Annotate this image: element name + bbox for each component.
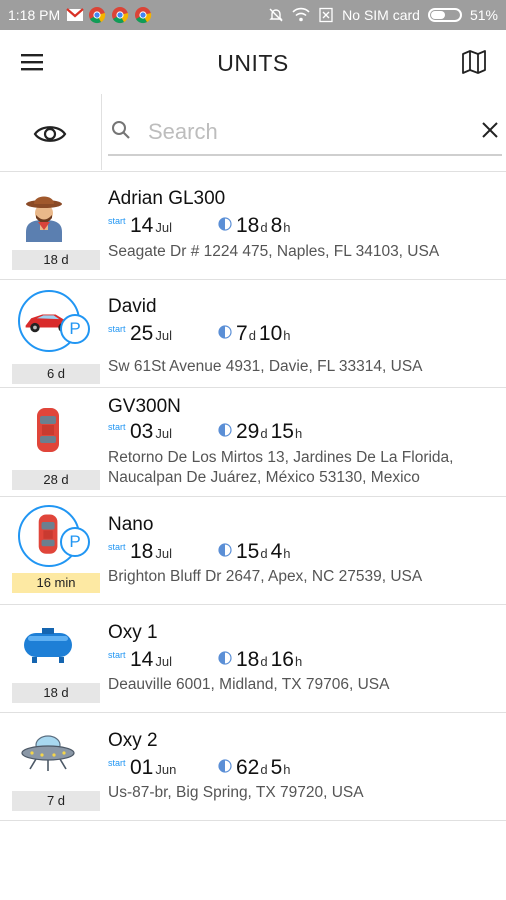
unit-name: Oxy 1	[108, 622, 158, 643]
chrome-icon	[89, 7, 106, 24]
bell-off-icon	[269, 8, 283, 22]
parked-badge: P	[60, 527, 90, 557]
search-icon	[112, 121, 130, 139]
age-badge: 6 d	[12, 364, 100, 384]
unit-address: Sw 61St Avenue 4931, Davie, FL 33314, US…	[108, 358, 423, 375]
clock-icon	[218, 651, 232, 665]
age-badge: 16 min	[12, 573, 100, 593]
divider	[101, 94, 102, 170]
gmail-icon	[66, 8, 84, 21]
unit-timing: start 03 Jul 29d 15h	[108, 420, 498, 446]
duration: 62d 5h	[218, 756, 294, 780]
unit-timing: start 01 Jun 62d 5h	[108, 756, 498, 782]
clock-icon	[218, 423, 232, 437]
unit-address: Seagate Dr # 1224 475, Naples, FL 34103,…	[108, 243, 440, 260]
parked-badge: P	[60, 314, 90, 344]
battery-percent: 51%	[469, 7, 498, 23]
app-bar: UNITS	[0, 30, 506, 94]
unit-timing: start 18 Jul 15d 4h	[108, 540, 498, 566]
list-item[interactable]: P 6 d David start 25 Jul 7d 10h Sw 61St Av…	[0, 280, 506, 388]
carrier-label: No SIM card	[342, 7, 420, 23]
chrome-icon	[112, 7, 129, 24]
unit-name: David	[108, 296, 157, 317]
start-label: start	[108, 324, 126, 334]
clock-icon	[218, 759, 232, 773]
duration: 18d 8h	[218, 214, 294, 238]
start-label: start	[108, 216, 126, 226]
battery-icon	[427, 8, 462, 22]
list-item[interactable]: 28 d GV300N start 03 Jul 29d 15h Retorno D…	[0, 388, 506, 497]
clock-icon	[218, 325, 232, 339]
list-item[interactable]: 18 d Adrian GL300 start 14 Jul 18d 8h Seag…	[0, 172, 506, 280]
search-row	[0, 94, 506, 172]
clock-icon	[218, 543, 232, 557]
search-bar	[108, 112, 502, 156]
list-item[interactable]: P 16 min Nano start 18 Jul 15d 4h Brighton…	[0, 497, 506, 605]
page-title: UNITS	[217, 50, 289, 76]
unit-timing: start 25 Jul 7d 10h	[108, 322, 498, 348]
wifi-icon	[292, 7, 310, 22]
close-icon[interactable]	[480, 120, 500, 140]
map-icon[interactable]	[460, 48, 488, 76]
start-date: 18 Jul	[130, 540, 172, 563]
unit-name: Oxy 2	[108, 730, 158, 751]
clock-icon	[218, 217, 232, 231]
duration: 7d 10h	[218, 322, 294, 346]
ufo-icon	[21, 735, 75, 771]
list-item[interactable]: 18 d Oxy 1 start 14 Jul 18d 16h Deauville …	[0, 605, 506, 713]
blue-tank-icon	[24, 628, 72, 663]
no-sim-icon	[319, 7, 333, 23]
unit-address: Retorno De Los Mirtos 13, Jardines De La…	[108, 449, 454, 486]
start-date: 14 Jul	[130, 648, 172, 671]
age-badge: 18 d	[12, 683, 100, 703]
start-date: 25 Jul	[130, 322, 172, 345]
duration: 18d 16h	[218, 648, 305, 672]
units-list: 18 d Adrian GL300 start 14 Jul 18d 8h Seag…	[0, 172, 506, 821]
unit-name: GV300N	[108, 396, 181, 417]
unit-timing: start 14 Jul 18d 8h	[108, 214, 498, 240]
status-time: 1:18 PM	[8, 7, 61, 23]
cowboy-avatar-icon	[26, 196, 62, 242]
unit-timing: start 14 Jul 18d 16h	[108, 648, 498, 674]
age-badge: 7 d	[12, 791, 100, 811]
eye-icon[interactable]	[32, 116, 68, 152]
search-input[interactable]	[148, 116, 448, 148]
start-date: 03 Jul	[130, 420, 172, 443]
chrome-icon	[135, 7, 152, 24]
unit-name: Nano	[108, 514, 154, 535]
list-item[interactable]: 7 d Oxy 2 start 01 Jun 62d 5h Us-87-br, Bi…	[0, 713, 506, 821]
red-car-top-view-icon	[37, 408, 59, 452]
start-label: start	[108, 650, 126, 660]
age-badge: 28 d	[12, 470, 100, 490]
start-label: start	[108, 422, 126, 432]
duration: 15d 4h	[218, 540, 294, 564]
unit-address: Us-87-br, Big Spring, TX 79720, USA	[108, 784, 364, 801]
start-label: start	[108, 542, 126, 552]
age-badge: 18 d	[12, 250, 100, 270]
unit-address: Deauville 6001, Midland, TX 79706, USA	[108, 676, 390, 693]
unit-name: Adrian GL300	[108, 188, 226, 209]
start-date: 01 Jun	[130, 756, 177, 779]
duration: 29d 15h	[218, 420, 305, 444]
status-bar: 1:18 PM No SIM card 51%	[0, 0, 506, 30]
unit-address: Brighton Bluff Dr 2647, Apex, NC 27539, …	[108, 568, 423, 585]
start-label: start	[108, 758, 126, 768]
start-date: 14 Jul	[130, 214, 172, 237]
